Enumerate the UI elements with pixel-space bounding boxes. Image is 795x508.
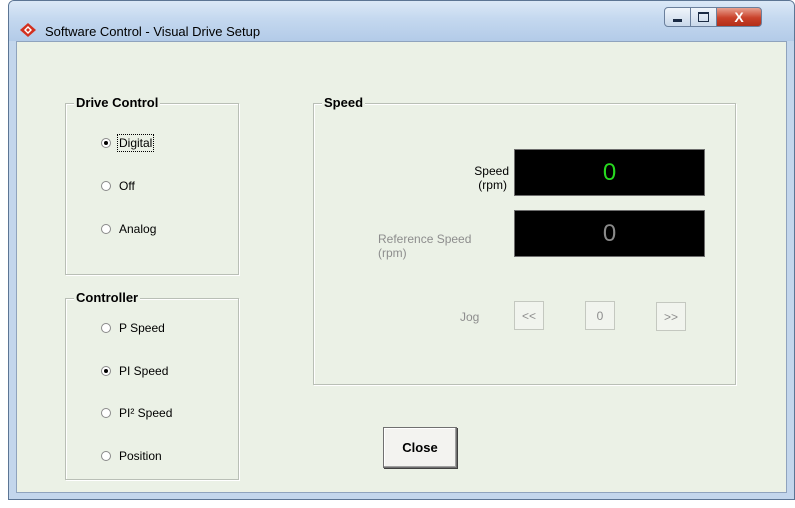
window-title: Software Control - Visual Drive Setup	[45, 24, 261, 39]
reference-speed-label-title: Reference Speed	[378, 232, 472, 246]
radio-digital[interactable]: Digital	[101, 134, 155, 152]
minimize-button[interactable]	[664, 7, 691, 27]
reference-speed-display: 0	[514, 210, 705, 257]
radio-analog-label: Analog	[119, 222, 157, 236]
radio-pi-speed[interactable]: PI Speed	[101, 364, 168, 378]
radio-pi-speed-label: PI Speed	[119, 364, 169, 378]
speed-group-title: Speed	[322, 95, 366, 110]
speed-label-title: Speed	[474, 164, 509, 178]
radio-pi2-speed-label: PI² Speed	[119, 406, 173, 420]
main-window: Software Control - Visual Drive Setup X …	[8, 0, 795, 500]
reference-speed-label: Reference Speed (rpm)	[378, 232, 471, 260]
radio-position-label: Position	[119, 449, 162, 463]
jog-back-button[interactable]: <<	[514, 301, 544, 330]
radio-p-speed-indicator[interactable]	[101, 323, 111, 333]
jog-label: Jog	[460, 310, 480, 324]
close-button[interactable]: Close	[383, 427, 457, 468]
radio-pi2-speed[interactable]: PI² Speed	[101, 406, 172, 420]
speed-value: 0	[602, 158, 617, 186]
radio-analog[interactable]: Analog	[101, 222, 156, 236]
drive-control-group: Drive Control Digital Off Analog	[65, 95, 239, 275]
speed-group: Speed Speed (rpm) 0 Reference Speed (rpm…	[313, 95, 736, 385]
radio-position-indicator[interactable]	[101, 451, 111, 461]
close-icon: X	[734, 9, 744, 25]
reference-speed-value: 0	[602, 219, 617, 247]
radio-analog-indicator[interactable]	[101, 224, 111, 234]
controller-group: Controller P Speed PI Speed PI² Speed Po…	[65, 290, 239, 480]
radio-digital-indicator[interactable]	[101, 138, 111, 148]
jog-back-label: <<	[521, 308, 536, 323]
jog-stop-button[interactable]: 0	[585, 301, 615, 330]
jog-stop-label: 0	[596, 308, 604, 323]
close-window-button[interactable]: X	[716, 7, 762, 27]
jog-forward-button[interactable]: >>	[656, 302, 686, 331]
radio-digital-label: Digital	[116, 134, 155, 152]
close-button-label: Close	[402, 440, 438, 455]
radio-off-label: Off	[119, 179, 135, 193]
jog-forward-label: >>	[663, 309, 678, 324]
app-logo-icon	[20, 23, 36, 37]
maximize-button[interactable]	[690, 7, 717, 27]
radio-p-speed-label: P Speed	[119, 321, 165, 335]
radio-pi-speed-indicator[interactable]	[101, 366, 111, 376]
controller-title: Controller	[74, 290, 141, 305]
radio-position[interactable]: Position	[101, 449, 162, 463]
maximize-icon	[698, 12, 709, 22]
client-area: Drive Control Digital Off Analog Control…	[16, 41, 787, 493]
radio-off[interactable]: Off	[101, 179, 135, 193]
drive-control-title: Drive Control	[74, 95, 161, 110]
speed-display: 0	[514, 149, 705, 196]
speed-label-unit: (rpm)	[478, 178, 507, 192]
reference-speed-label-unit: (rpm)	[378, 246, 407, 260]
speed-label: Speed (rpm)	[474, 164, 509, 192]
title-bar[interactable]: Software Control - Visual Drive Setup X	[9, 1, 794, 41]
radio-off-indicator[interactable]	[101, 181, 111, 191]
radio-p-speed[interactable]: P Speed	[101, 321, 165, 335]
minimize-icon	[673, 18, 682, 22]
radio-pi2-speed-indicator[interactable]	[101, 408, 111, 418]
